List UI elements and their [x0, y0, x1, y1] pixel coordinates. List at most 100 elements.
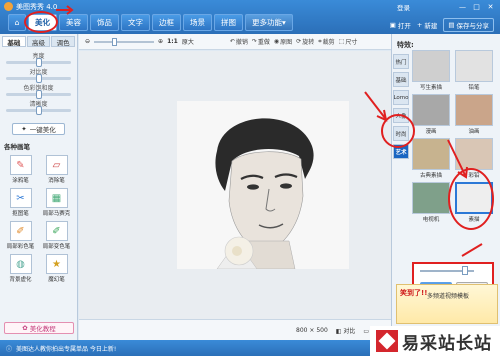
- effect-thumb-image: [412, 138, 450, 170]
- pen-magic[interactable]: ★ 魔幻笔: [40, 254, 73, 283]
- new-button[interactable]: + 新建: [417, 18, 437, 32]
- contrast-slider[interactable]: 对比度: [6, 67, 71, 83]
- resize-icon: ⬚: [338, 38, 345, 45]
- slider-knob[interactable]: [36, 106, 42, 115]
- beautify-tutorial-button[interactable]: ✿ 美化教程: [4, 322, 74, 334]
- slider-knob[interactable]: [36, 58, 42, 67]
- pen-doodle[interactable]: ✎ 涂鸦笔: [4, 155, 37, 184]
- compare-button[interactable]: ◧ 对比: [336, 326, 356, 335]
- login-link[interactable]: 登录: [397, 2, 410, 12]
- maximize-icon[interactable]: □: [471, 2, 482, 11]
- pen-eraser[interactable]: ▱ 消除笔: [40, 155, 73, 184]
- canvas-area[interactable]: [79, 51, 391, 319]
- effect-comic[interactable]: 漫画: [411, 94, 451, 135]
- zoom-in-icon[interactable]: ⊕: [158, 38, 163, 45]
- effect-oil[interactable]: 油画: [454, 94, 494, 135]
- window-controls: — □ ✕: [457, 2, 496, 11]
- new-label: 新建: [424, 22, 438, 30]
- close-icon[interactable]: ✕: [485, 2, 496, 11]
- one-click-label: 一键美化: [29, 126, 56, 134]
- subtab-basic[interactable]: 基础: [2, 36, 26, 47]
- one-click-beautify-button[interactable]: ✦ 一键美化: [12, 123, 65, 135]
- pens-title: 各种画笔: [4, 143, 30, 151]
- watermark: 易采站长站: [370, 326, 500, 356]
- undo-icon: ↶: [229, 38, 235, 45]
- pen-label: 抠图笔: [12, 211, 29, 217]
- effect-label: 古典素描: [419, 173, 442, 179]
- info-icon: ⓘ: [6, 345, 13, 353]
- open-label: 打开: [397, 22, 411, 30]
- preview-icon: ▭: [363, 327, 370, 335]
- effect-pencil[interactable]: 铅笔: [454, 50, 494, 91]
- magic-pen-icon: ★: [45, 254, 68, 274]
- zoom-ratio[interactable]: 1:1: [167, 38, 178, 45]
- resize-label: 尺寸: [345, 39, 358, 46]
- eraser-icon: ▱: [45, 155, 68, 175]
- category-lomo[interactable]: Lomo: [393, 90, 409, 105]
- tab-collage[interactable]: 拼图: [214, 14, 243, 31]
- tab-border[interactable]: 边框: [152, 14, 181, 31]
- tab-more[interactable]: 更多功能▾: [245, 14, 293, 31]
- undo-button[interactable]: ↶ 撤销: [230, 37, 248, 46]
- brightness-slider[interactable]: 亮度: [6, 51, 71, 67]
- tab-scene[interactable]: 场景: [183, 14, 212, 31]
- slider-track: [6, 58, 71, 67]
- effect-classic-sketch[interactable]: 古典素描: [411, 138, 451, 179]
- tab-beauty[interactable]: 美容: [59, 14, 88, 31]
- ad-brand: 笑到了!!: [400, 289, 428, 297]
- zoom-out-icon[interactable]: ⊖: [85, 38, 90, 45]
- slider-knob[interactable]: [36, 90, 42, 99]
- effect-tv[interactable]: 电视机: [411, 182, 451, 223]
- portrait-sketch: [177, 101, 349, 269]
- save-share-button[interactable]: ▤ 保存与分享: [443, 18, 494, 32]
- pen-mosaic[interactable]: ▦ 局部马赛克: [40, 188, 73, 217]
- subtab-color[interactable]: 调色: [51, 36, 76, 47]
- pens-grid: ✎ 涂鸦笔 ▱ 消除笔 ✂ 抠图笔 ▦ 局部马赛克 ✐ 局部彩色笔 ✐ 局部变色笔 ◍ 背景虚…: [0, 151, 77, 287]
- top-actions: ▣ 打开 + 新建 ▤ 保存与分享: [390, 18, 494, 32]
- color-brush-icon: ✐: [9, 221, 32, 241]
- zoom-knob[interactable]: [112, 37, 118, 46]
- saturation-slider[interactable]: 色彩饱和度: [6, 83, 71, 99]
- redo-button[interactable]: ↷ 重做: [252, 37, 270, 46]
- pen-recolor[interactable]: ✐ 局部变色笔: [40, 221, 73, 250]
- zoom-slider[interactable]: [94, 37, 155, 46]
- effect-label: 铅笔: [468, 85, 480, 91]
- effect-sketch-life[interactable]: 写生素描: [411, 50, 451, 91]
- recolor-brush-icon: ✐: [45, 221, 68, 241]
- effect-label: 电视机: [422, 217, 440, 223]
- pen-local-color[interactable]: ✐ 局部彩色笔: [4, 221, 37, 250]
- tutorial-label: 美化教程: [29, 325, 56, 333]
- subtab-advanced[interactable]: 高级: [26, 36, 51, 47]
- compare-label: 对比: [343, 327, 356, 335]
- intensity-knob[interactable]: [462, 266, 468, 275]
- crop-label: 裁剪: [322, 39, 335, 46]
- tab-accessory[interactable]: 饰品: [90, 14, 119, 31]
- rotate-button[interactable]: ⟳ 旋转: [296, 37, 314, 46]
- effect-thumb-image: [412, 50, 450, 82]
- original-image-button[interactable]: ◉ 原图: [274, 37, 292, 46]
- sharpness-slider[interactable]: 清晰度: [6, 99, 71, 115]
- slider-knob[interactable]: [36, 74, 42, 83]
- crop-button[interactable]: ⌗ 裁剪: [318, 37, 335, 47]
- minimize-icon[interactable]: —: [457, 2, 468, 11]
- ad-banner[interactable]: 笑到了!! 多频道视频模板: [396, 284, 498, 324]
- compare-icon: ◧: [335, 327, 342, 335]
- category-hot[interactable]: 热门: [393, 54, 409, 69]
- pen-cutout[interactable]: ✂ 抠图笔: [4, 188, 37, 217]
- left-panel: 基础 高级 调色 亮度 对比度 色彩饱和度 清晰度 ✦ 一键美化 各种画笔 ✎ 涂…: [0, 34, 78, 340]
- open-button[interactable]: ▣ 打开: [390, 18, 411, 32]
- rotate-label: 旋转: [302, 39, 315, 46]
- resize-button[interactable]: ⬚ 尺寸: [339, 37, 358, 46]
- pen-label: 涂鸦笔: [12, 178, 29, 184]
- pen-label: 局部马赛克: [42, 211, 71, 217]
- category-basic[interactable]: 基础: [393, 72, 409, 87]
- pen-bg-blur[interactable]: ◍ 背景虚化: [4, 254, 37, 283]
- original-size-button[interactable]: 原大: [182, 37, 194, 46]
- folder-icon: ▣: [389, 21, 396, 29]
- bottom-tip[interactable]: 美图达人教你拍出专属单品 今日上新!: [16, 344, 116, 353]
- slider-track: [6, 106, 71, 115]
- magic-wand-icon: ✦: [21, 125, 27, 133]
- ad-line: 多频道视频模板: [427, 293, 470, 300]
- status-bar: 800 × 500 ◧ 对比 ▭ 预览: [79, 319, 391, 340]
- tab-text[interactable]: 文字: [121, 14, 150, 31]
